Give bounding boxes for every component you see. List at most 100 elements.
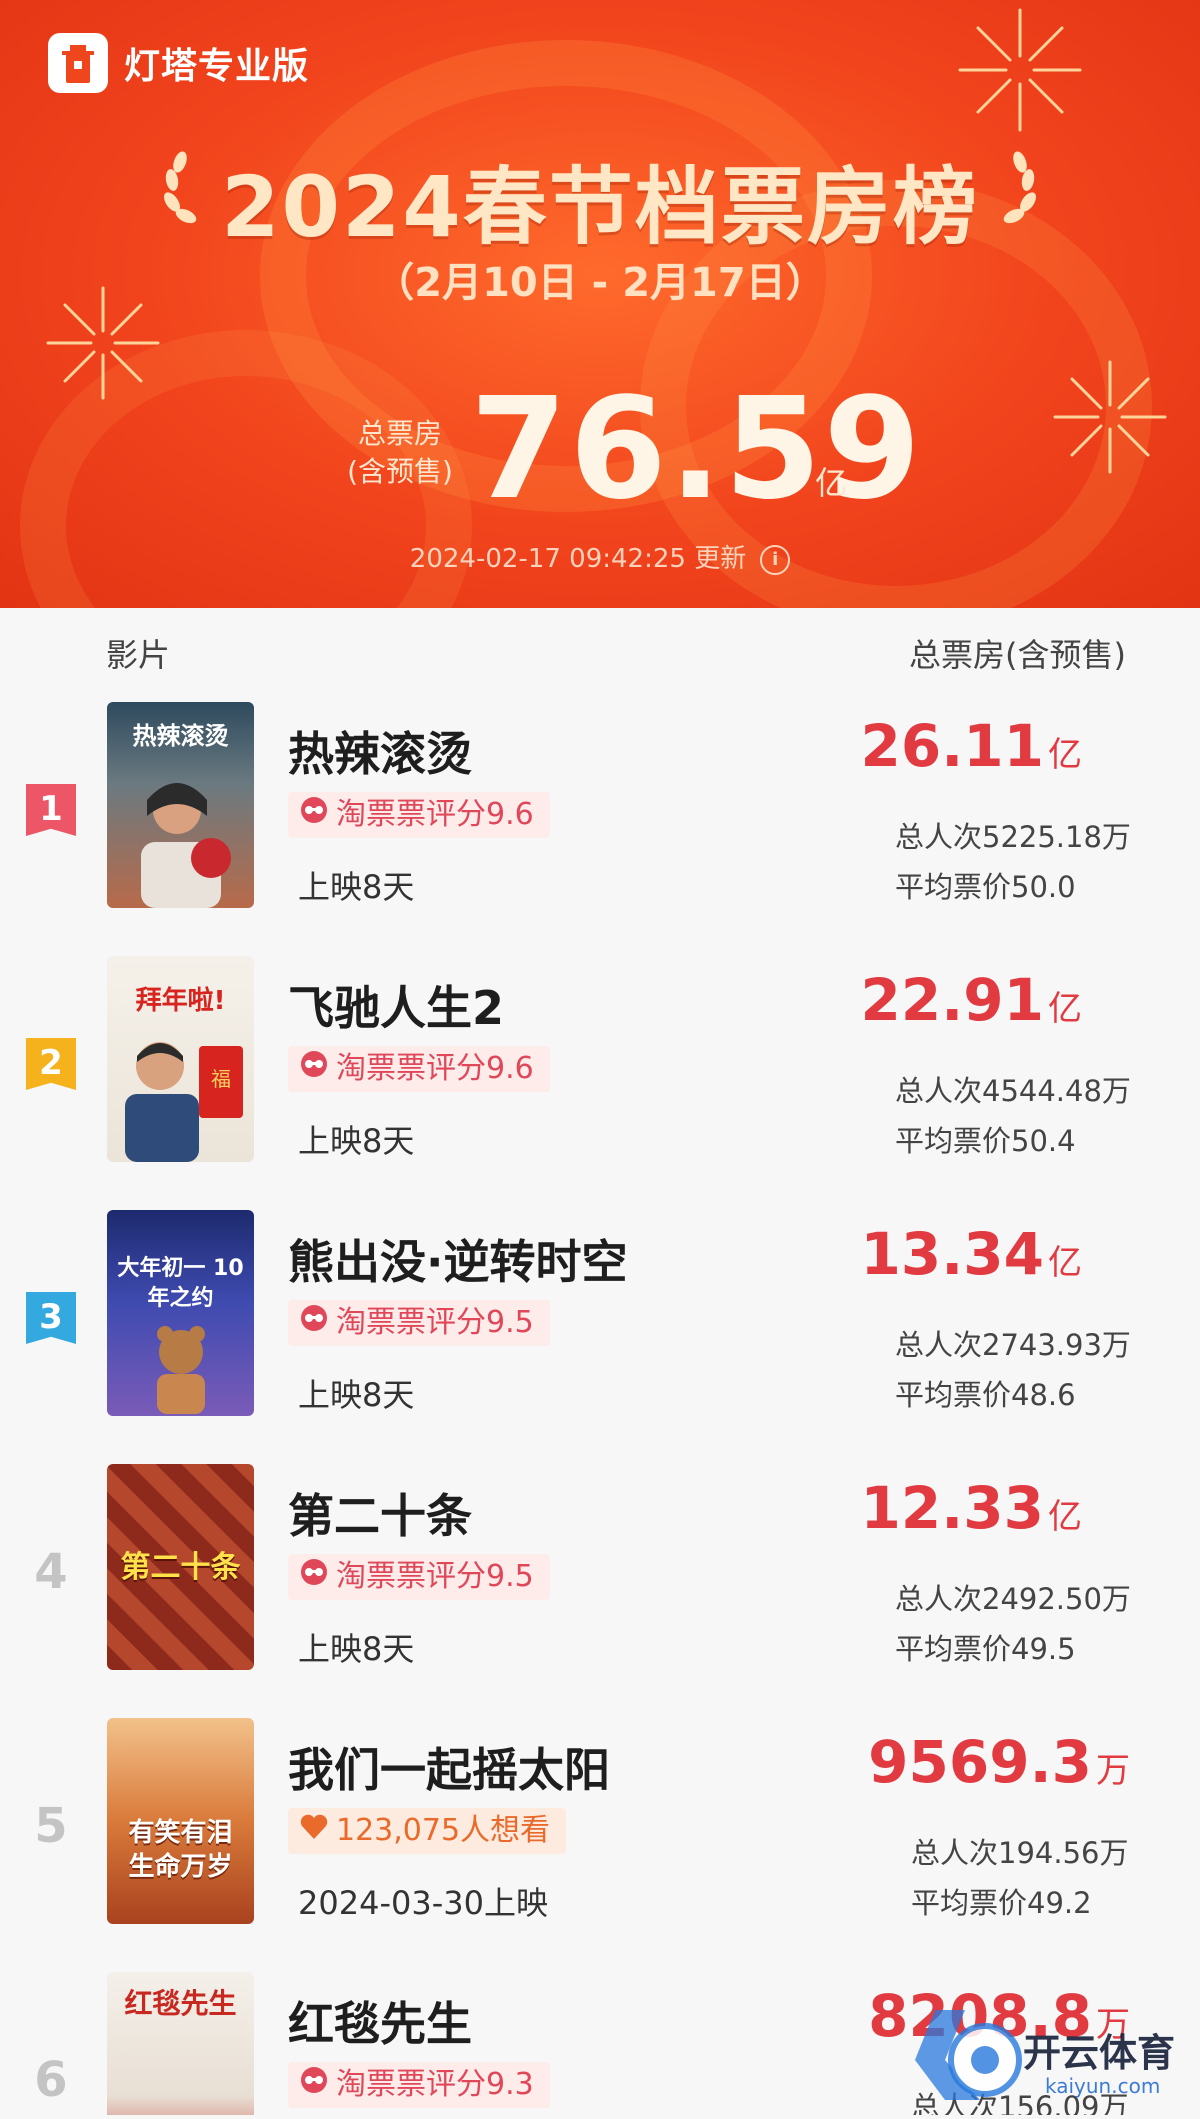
release-info: 上映8天	[298, 1122, 415, 1160]
movie-poster[interactable]: 大年初一 10年之约	[107, 1210, 254, 1416]
poster-title: 第二十条	[120, 1550, 241, 1585]
movie-stats: 总人次2492.50万 平均票价49.5	[895, 1574, 1131, 1674]
average-price: 平均票价50.4	[895, 1124, 1076, 1158]
box-office-value: 13.34	[860, 1220, 1044, 1288]
poster-title: 拜年啦!	[135, 986, 226, 1016]
movie-title[interactable]: 飞驰人生2	[288, 972, 504, 1038]
column-box-office: 总票房(含预售)	[909, 636, 1126, 674]
taopiaopiao-icon	[300, 1554, 328, 1600]
movie-stats: 总人次2743.93万 平均票价48.6	[895, 1320, 1131, 1420]
movie-stats: 总人次194.56万 平均票价49.2	[911, 1828, 1128, 1928]
box-office: 26.11 亿	[861, 712, 1082, 780]
total-box-office-value: 76.59	[470, 368, 923, 531]
box-office: 9569.3 万	[868, 1728, 1130, 1796]
taopiaopiao-icon	[300, 792, 328, 838]
firework-icon	[958, 8, 1082, 132]
rank-number: 6	[34, 2052, 68, 2108]
total-viewers: 总人次4544.48万	[895, 1074, 1131, 1108]
total-viewers: 总人次5225.18万	[895, 820, 1131, 854]
watermark: 开云体育 kaiyun.com	[905, 2000, 1195, 2115]
taopiaopiao-icon	[300, 1046, 328, 1092]
rank-number: 5	[34, 1798, 68, 1854]
movie-row-1[interactable]: 1 热辣滚烫 热辣滚烫 淘票票评分9.6 上映8天 26.11 亿 总人次5225…	[0, 702, 1200, 956]
total-label-line2: (含预售)	[347, 455, 453, 488]
brand-name: 灯塔专业版	[124, 46, 310, 87]
movie-title[interactable]: 熊出没·逆转时空	[288, 1226, 627, 1292]
poster-title: 大年初一 10年之约	[117, 1256, 244, 1311]
box-office-value: 22.91	[860, 966, 1044, 1034]
movie-row-2[interactable]: 2 拜年啦! 福 飞驰人生2 淘票票评分9.6 上映8天 22.91 亿 总人次4…	[0, 956, 1200, 1210]
info-icon[interactable]: i	[760, 544, 791, 575]
total-viewers: 总人次2492.50万	[895, 1582, 1131, 1616]
rating-tag: 淘票票评分9.6	[288, 1046, 550, 1092]
average-price: 平均票价50.0	[895, 870, 1076, 904]
movie-row-3[interactable]: 3 大年初一 10年之约 熊出没·逆转时空 淘票票评分9.5 上映8天 13.3…	[0, 1210, 1200, 1464]
rank-number: 4	[34, 1544, 68, 1600]
watermark-text: 开云体育	[1023, 2031, 1176, 2075]
rating-tag: 淘票票评分9.5	[288, 1554, 550, 1600]
movie-poster[interactable]: 有笑有泪 生命万岁	[107, 1718, 254, 1924]
box-office: 22.91 亿	[861, 966, 1082, 1034]
poster-figure: 福	[125, 1042, 243, 1162]
poster-figure	[157, 1326, 205, 1414]
poster-title: 红毯先生	[124, 1987, 237, 2020]
movie-title[interactable]: 热辣滚烫	[288, 718, 472, 784]
brand-header: 灯塔专业版	[48, 32, 309, 94]
movie-poster[interactable]: 热辣滚烫	[107, 702, 254, 908]
movie-poster[interactable]: 第二十条	[107, 1464, 254, 1670]
want-to-see-tag: 123,075人想看	[288, 1808, 567, 1854]
date-range: （2月10日 - 2月17日）	[374, 260, 826, 306]
box-office: 13.34 亿	[861, 1220, 1082, 1288]
movie-stats: 总人次4544.48万 平均票价50.4	[895, 1066, 1131, 1166]
poster-figure	[141, 783, 231, 908]
movie-poster[interactable]: 拜年啦! 福	[107, 956, 254, 1162]
movie-title[interactable]: 红毯先生	[288, 1988, 472, 2054]
average-price: 平均票价48.6	[895, 1378, 1076, 1412]
taopiaopiao-icon	[300, 1300, 328, 1346]
rank-badge: 3	[26, 1292, 76, 1344]
page-title: 2024春节档票房榜	[221, 158, 979, 256]
total-box-office-unit: 亿	[815, 464, 848, 502]
box-office-unit: 亿	[1048, 1243, 1082, 1283]
box-office-unit: 亿	[1048, 735, 1082, 775]
poster-title: 有笑有泪 生命万岁	[128, 1818, 233, 1882]
movie-title[interactable]: 我们一起摇太阳	[288, 1734, 610, 1800]
box-office-unit: 亿	[1048, 1497, 1082, 1537]
box-office-value: 9569.3	[868, 1728, 1092, 1796]
total-viewers: 总人次194.56万	[911, 1836, 1129, 1870]
svg-text:福: 福	[211, 1067, 231, 1091]
rating-text: 淘票票评分9.5	[336, 1559, 534, 1594]
rating-tag: 淘票票评分9.6	[288, 792, 550, 838]
total-box-office-label: 总票房 (含预售)	[340, 415, 460, 491]
box-office: 12.33 亿	[861, 1474, 1082, 1542]
heart-icon	[300, 1808, 328, 1854]
update-timestamp: 2024-02-17 09:42:25 更新 i	[0, 538, 1200, 575]
rating-tag: 淘票票评分9.3	[288, 2062, 550, 2108]
want-to-see-text: 123,075人想看	[336, 1813, 551, 1848]
release-info: 上映8天	[298, 868, 415, 906]
list-column-header: 影片 总票房(含预售)	[0, 608, 1200, 688]
rank-badge: 1	[26, 784, 76, 836]
movie-poster[interactable]: 红毯先生	[107, 1972, 254, 2115]
column-film: 影片	[106, 636, 171, 674]
update-time-text: 2024-02-17 09:42:25 更新	[409, 544, 747, 574]
total-viewers: 总人次2743.93万	[895, 1328, 1131, 1362]
rating-text: 淘票票评分9.6	[336, 797, 534, 832]
box-office-value: 26.11	[860, 712, 1044, 780]
total-label-line1: 总票房	[357, 417, 442, 450]
movie-stats: 总人次5225.18万 平均票价50.0	[895, 812, 1131, 912]
header-banner: 灯塔专业版 2024春节档票房榜 （2月10日 - 2月17日） 总票房 (含预…	[0, 0, 1200, 608]
poster-title: 热辣滚烫	[132, 722, 229, 750]
lighthouse-logo-icon	[48, 33, 108, 93]
rating-text: 淘票票评分9.6	[336, 1051, 534, 1086]
movie-title[interactable]: 第二十条	[288, 1480, 472, 1546]
average-price: 平均票价49.5	[895, 1632, 1076, 1666]
rating-text: 淘票票评分9.5	[336, 1305, 534, 1340]
movie-row-5[interactable]: 5 有笑有泪 生命万岁 我们一起摇太阳 123,075人想看 2024-03-3…	[0, 1718, 1200, 1972]
movie-row-4[interactable]: 4 第二十条 第二十条 淘票票评分9.5 上映8天 12.33 亿 总人次2492…	[0, 1464, 1200, 1718]
release-info: 2024-03-30上映	[298, 1884, 548, 1922]
rank-badge: 2	[26, 1038, 76, 1090]
taopiaopiao-icon	[300, 2062, 328, 2108]
firework-icon	[1053, 360, 1167, 474]
rating-text: 淘票票评分9.3	[336, 2067, 534, 2102]
